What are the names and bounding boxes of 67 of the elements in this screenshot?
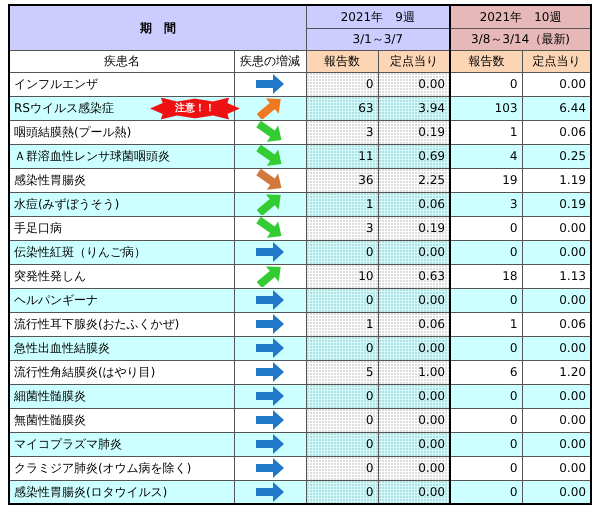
table-cell: 0.00 <box>378 432 450 456</box>
table-cell: 11 <box>306 144 378 168</box>
table-cell: 0 <box>450 480 522 504</box>
table-cell: 0 <box>306 72 378 96</box>
table-cell: 0 <box>306 336 378 360</box>
disease-name: マイコプラズマ肺炎 <box>14 437 122 451</box>
column-header: 疾患の増減 <box>234 50 306 72</box>
disease-name: 咽頭結膜熱(プール熱) <box>14 125 132 139</box>
table-cell: 0.06 <box>378 312 450 336</box>
disease-name: 感染性胃腸炎 <box>14 173 86 187</box>
table-cell: 0 <box>306 240 378 264</box>
disease-name: クラミジア肺炎(オウム病を除く) <box>14 461 192 475</box>
date-range-header: 3/8～3/14（最新) <box>450 28 591 50</box>
disease-name: Ａ群溶血性レンサ球菌咽頭炎 <box>14 149 170 163</box>
table-cell: 0.00 <box>378 288 450 312</box>
disease-name: RSウイルス感染症 <box>14 101 114 115</box>
table-cell: 1.00 <box>378 360 450 384</box>
disease-name: 水痘(みずぼうそう) <box>14 197 120 211</box>
table-cell: 0 <box>306 408 378 432</box>
disease-name: ヘルパンギーナ <box>14 293 98 307</box>
table-cell: 1 <box>306 192 378 216</box>
table-cell: 0.00 <box>378 72 450 96</box>
table-cell: 0.19 <box>378 120 450 144</box>
table-cell: 3.94 <box>378 96 450 120</box>
table-cell: 0.00 <box>378 456 450 480</box>
table-cell: 1 <box>306 312 378 336</box>
table-cell: 5 <box>306 360 378 384</box>
column-header: 定点当り <box>378 50 450 72</box>
table-cell: 0 <box>306 480 378 504</box>
disease-name: 手足口病 <box>14 221 62 235</box>
column-header: 定点当り <box>522 50 591 72</box>
table-cell: 63 <box>306 96 378 120</box>
table-cell: 0.00 <box>378 336 450 360</box>
table-cell: 0 <box>306 288 378 312</box>
table-cell: 0.00 <box>378 384 450 408</box>
table-cell: 0.00 <box>378 240 450 264</box>
disease-name: 流行性耳下腺炎(おたふくかぜ) <box>14 317 180 331</box>
disease-name: 流行性角結膜炎(はやり目) <box>14 365 156 379</box>
warning-badge: 注意！！ <box>150 98 240 120</box>
date-range-header: 3/1～3/7 <box>306 28 450 50</box>
disease-name: 突発性発しん <box>14 269 86 283</box>
table-cell: 0.06 <box>378 192 450 216</box>
table-cell: 0.63 <box>378 264 450 288</box>
column-header: 報告数 <box>450 50 522 72</box>
disease-name: 急性出血性結膜炎 <box>14 341 110 355</box>
table-cell: 0.00 <box>378 480 450 504</box>
disease-name: 感染性胃腸炎(ロタウイルス) <box>14 484 168 499</box>
table-cell: 10 <box>306 264 378 288</box>
disease-name: インフルエンザ <box>14 77 98 91</box>
table-cell: 0.00 <box>378 408 450 432</box>
table-cell: 0.69 <box>378 144 450 168</box>
table-cell: 0 <box>306 432 378 456</box>
column-header: 疾患名 <box>9 50 234 72</box>
column-header: 報告数 <box>306 50 378 72</box>
table-cell: 0 <box>306 384 378 408</box>
disease-name: 無菌性髄膜炎 <box>14 413 86 427</box>
table-cell: 36 <box>306 168 378 192</box>
table-cell: 0 <box>306 456 378 480</box>
week-header: 2021年 9週 <box>306 5 450 28</box>
disease-name: 細菌性髄膜炎 <box>14 389 86 403</box>
period-header: 期 間 <box>9 5 306 50</box>
table-cell: 0.19 <box>378 216 450 240</box>
table-cell: 2.25 <box>378 168 450 192</box>
disease-name: 伝染性紅斑（りんご病） <box>14 245 146 259</box>
table-cell: 3 <box>306 216 378 240</box>
week-header: 2021年 10週 <box>450 5 591 28</box>
table-cell: 3 <box>306 120 378 144</box>
